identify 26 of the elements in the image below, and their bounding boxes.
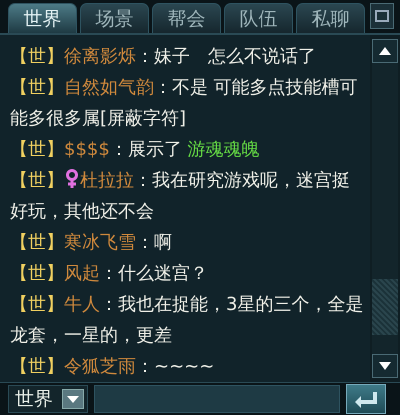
chat-message: 【世】寒冰飞雪：啊 [10, 231, 173, 255]
channel-dropdown[interactable]: 世界 [8, 385, 88, 413]
chat-tab[interactable]: 场景 [80, 3, 149, 33]
chat-message: 【世】 杜拉拉：我在研究游戏呢，迷宫挺好玩，其他还不会 [10, 168, 351, 224]
send-button[interactable] [346, 384, 386, 414]
scroll-up-button[interactable] [372, 39, 398, 63]
scrollbar[interactable] [370, 35, 400, 382]
chat-message: 【世】牛人：我也在捉能，3星的三个，全是龙套，一星的，更差 [10, 293, 364, 348]
chat-tab[interactable]: 私聊 [296, 3, 365, 33]
scroll-thumb[interactable] [372, 279, 398, 335]
window-icon [375, 10, 389, 22]
chat-tab[interactable]: 队伍 [224, 3, 293, 33]
chat-message: 【世】徐离影烁：妹子 怎么不说话了 [10, 45, 317, 69]
chat-tab[interactable]: 帮会 [152, 3, 221, 33]
enter-icon [353, 390, 379, 408]
chat-message: 【世】令狐芝雨：~~~~ [10, 355, 216, 379]
chat-message: 【世】$$$$：展示了 游魂魂魄 [10, 138, 261, 162]
chat-input-field[interactable] [94, 385, 340, 413]
scroll-down-button[interactable] [372, 354, 398, 378]
chat-message: 【世】自然如气韵：不是 可能多点技能槽可能多很多属[屏蔽字符] [10, 76, 359, 131]
caret-icon [67, 396, 79, 402]
up-arrow-icon [379, 47, 391, 55]
maximize-button[interactable] [370, 3, 394, 29]
chat-tab[interactable]: 世界 [8, 3, 77, 33]
chat-message: 【世】风起：什么迷宫？ [10, 262, 209, 286]
down-arrow-icon [379, 362, 391, 370]
